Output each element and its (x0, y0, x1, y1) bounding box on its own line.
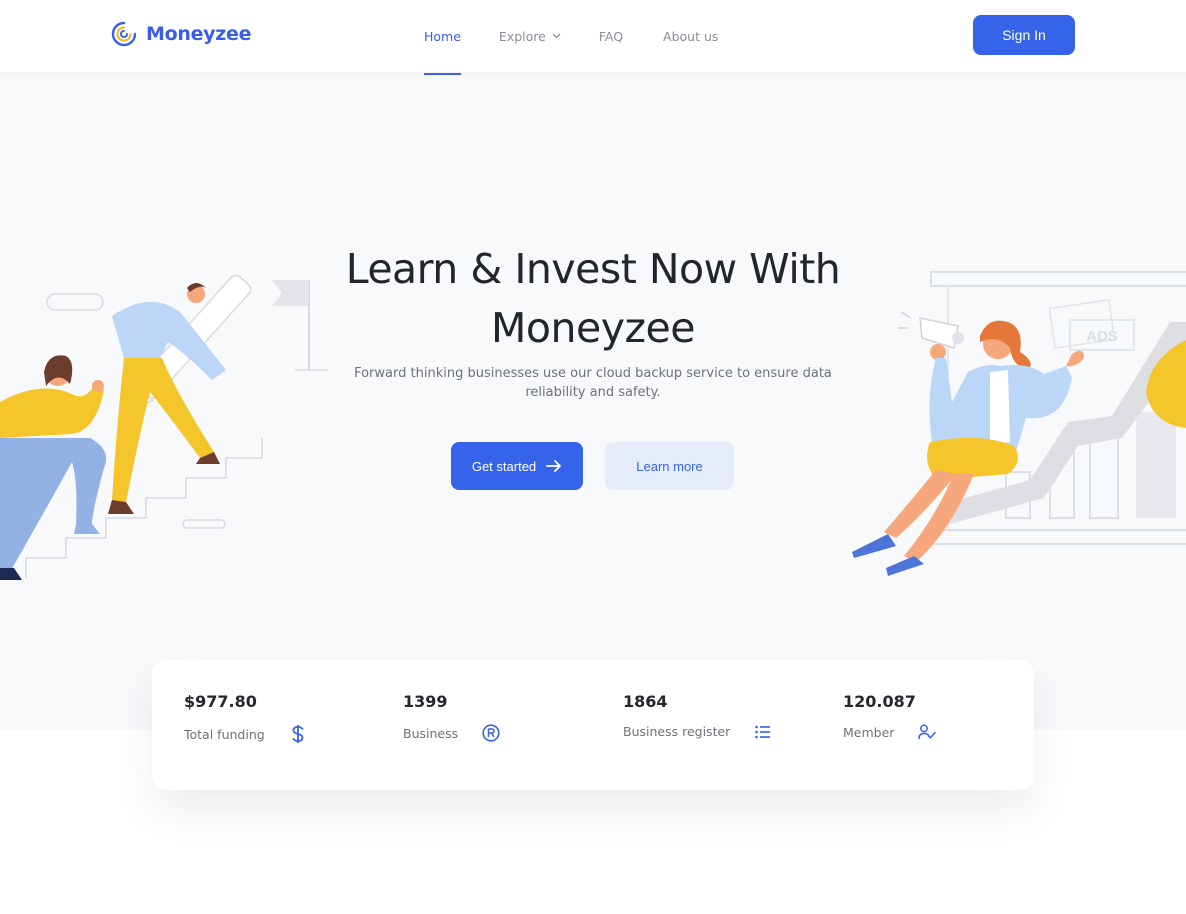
get-started-button[interactable]: Get started (451, 442, 583, 490)
stat-value: $977.80 (184, 692, 257, 711)
hero-subtitle: Forward thinking businesses use our clou… (343, 364, 843, 402)
landing-page: Moneyzee Home Explore FAQ About us Sign … (0, 0, 1186, 914)
nav-explore-label: Explore (498, 28, 546, 44)
top-navbar: Moneyzee Home Explore FAQ About us Sign … (0, 0, 1186, 75)
hero-subtitle-line-2: reliability and safety. (525, 385, 661, 400)
hero-section: Learn & Invest Now With Moneyzee Forward… (0, 72, 1186, 730)
main-nav: Home Explore FAQ About us (424, 0, 718, 75)
logo[interactable]: Moneyzee (110, 20, 252, 48)
chevron-down-icon (552, 33, 561, 39)
user-check-icon (918, 724, 937, 740)
hero-title-line-2: Moneyzee (491, 304, 695, 352)
stat-member: 120.087 Member (843, 692, 937, 740)
stat-total-funding: $977.80 Total funding (184, 692, 305, 744)
registered-icon (482, 724, 500, 742)
nav-about-label: About us (663, 28, 719, 44)
stat-business: 1399 Business (403, 692, 500, 742)
nav-home-label: Home (424, 28, 461, 44)
arrow-right-icon (546, 460, 562, 472)
logo-icon (111, 21, 137, 47)
stat-label: Member (843, 724, 895, 740)
learn-more-button[interactable]: Learn more (605, 442, 734, 490)
stat-business-register: 1864 Business register (623, 692, 771, 739)
stats-card: $977.80 Total funding 1399 Business 1864… (152, 660, 1034, 790)
stat-value: 120.087 (843, 692, 916, 711)
hero-title-line-1: Learn & Invest Now With (345, 245, 841, 293)
stat-label: Business register (623, 724, 731, 739)
climbing-people-illustration (0, 274, 328, 580)
brand-name: Moneyzee (146, 23, 252, 45)
sign-in-button[interactable]: Sign In (973, 15, 1075, 55)
dollar-icon (291, 724, 305, 744)
hero-subtitle-line-1: Forward thinking businesses use our clou… (354, 366, 832, 381)
nav-faq-label: FAQ (598, 28, 624, 44)
stat-value: 1864 (623, 692, 668, 711)
hero-title: Learn & Invest Now With Moneyzee (293, 240, 893, 358)
nav-about[interactable]: About us (663, 0, 718, 72)
stat-label: Business (403, 725, 459, 741)
stat-label: Total funding (184, 726, 265, 742)
stat-value: 1399 (403, 692, 448, 711)
ads-label: ADS (1086, 328, 1118, 345)
list-icon (755, 725, 771, 739)
get-started-label: Get started (471, 458, 537, 474)
nav-home[interactable]: Home (424, 0, 461, 75)
nav-faq[interactable]: FAQ (599, 0, 623, 72)
nav-explore[interactable]: Explore (499, 0, 561, 72)
marketing-woman-illustration: ADS (852, 271, 1186, 576)
